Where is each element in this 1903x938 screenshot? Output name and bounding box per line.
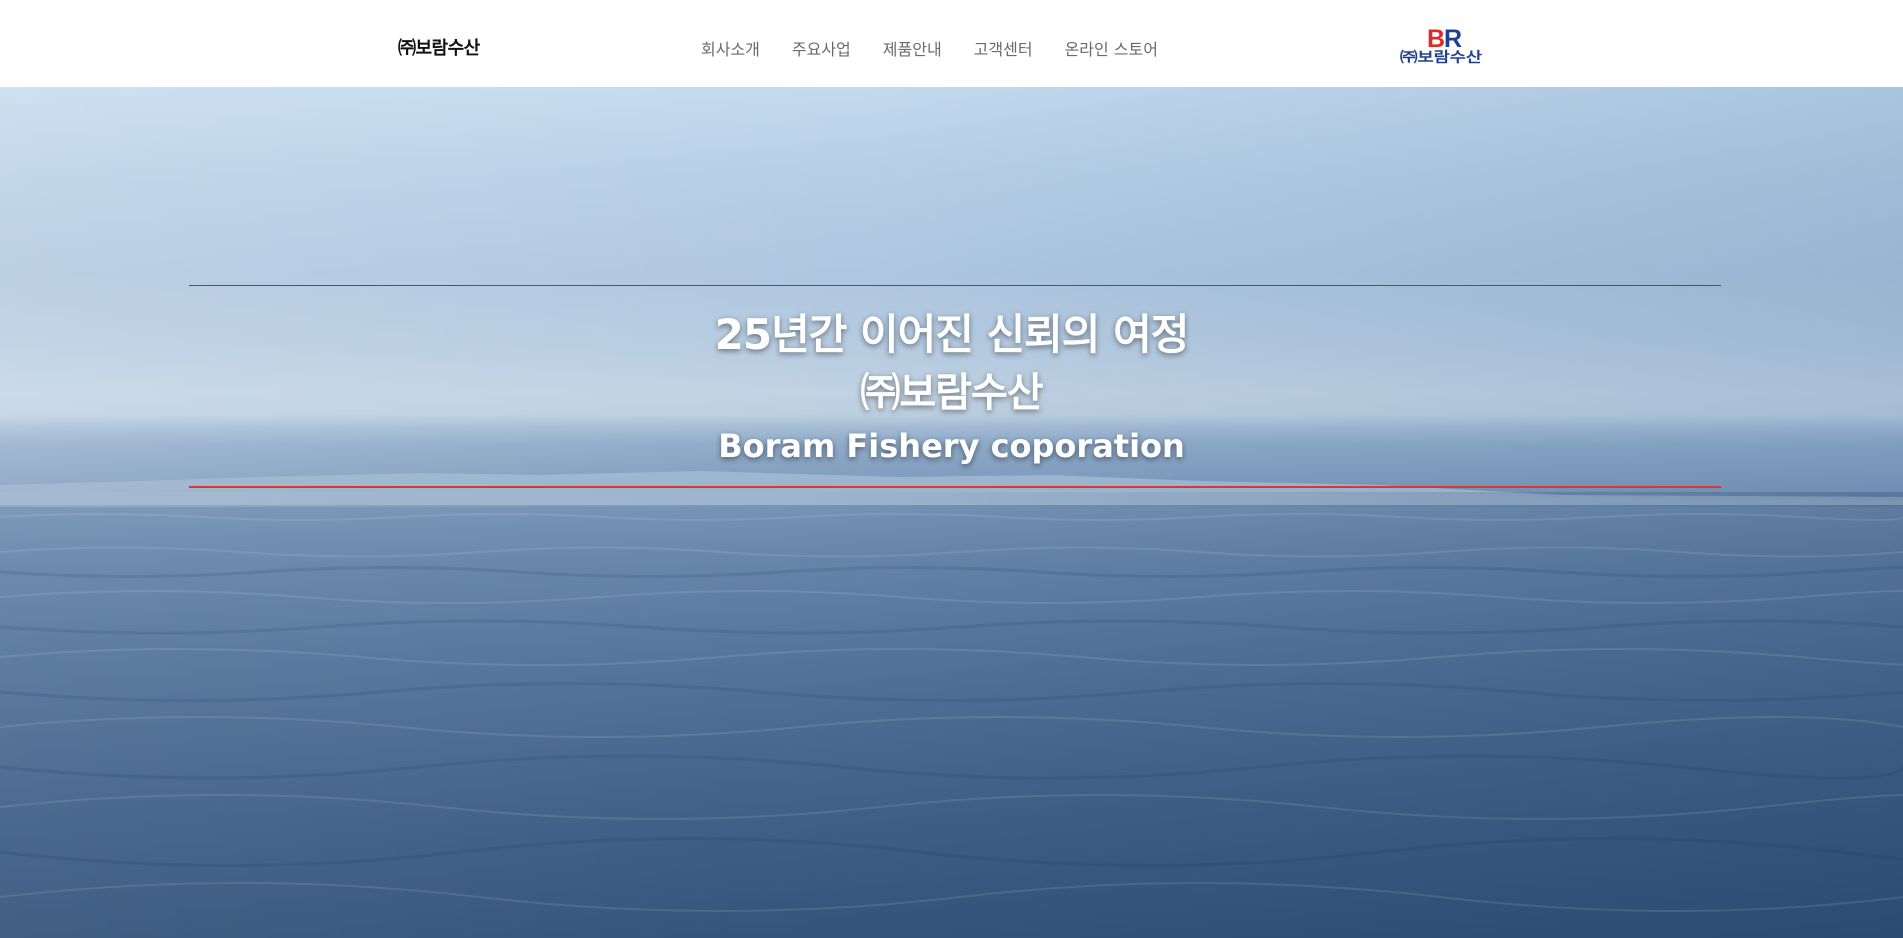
- nav-item-business[interactable]: 주요사업: [792, 36, 851, 60]
- hero-headline: 25년간 이어진 신뢰의 여정: [714, 310, 1190, 359]
- hero-bottom-rule: [189, 486, 1721, 488]
- site-header: ㈜보람수산 회사소개 주요사업 제품안내 고객센터 온라인 스토어 B R ㈜보…: [0, 0, 1903, 87]
- nav-item-company[interactable]: 회사소개: [701, 36, 760, 60]
- hero-top-rule: [189, 285, 1721, 286]
- nav-item-online-store[interactable]: 온라인 스토어: [1065, 36, 1158, 60]
- brand-text-link[interactable]: ㈜보람수산: [398, 34, 480, 60]
- svg-text:㈜보람수산: ㈜보람수산: [1400, 49, 1482, 66]
- nav-item-customer-center[interactable]: 고객센터: [974, 36, 1033, 60]
- logo-label-text: ㈜보람수산: [1400, 49, 1482, 66]
- nav-item-products[interactable]: 제품안내: [883, 36, 942, 60]
- hero-company-name: ㈜보람수산: [860, 370, 1043, 416]
- sea-waves-texture: [0, 513, 1903, 912]
- main-nav: 회사소개 주요사업 제품안내 고객센터 온라인 스토어: [701, 36, 1158, 60]
- hero-english-name: Boram Fishery coporation: [718, 427, 1185, 465]
- hero-banner: 25년간 이어진 신뢰의 여정 ㈜보람수산 Boram Fishery copo…: [0, 87, 1903, 938]
- logo-link[interactable]: B R ㈜보람수산: [1399, 26, 1483, 66]
